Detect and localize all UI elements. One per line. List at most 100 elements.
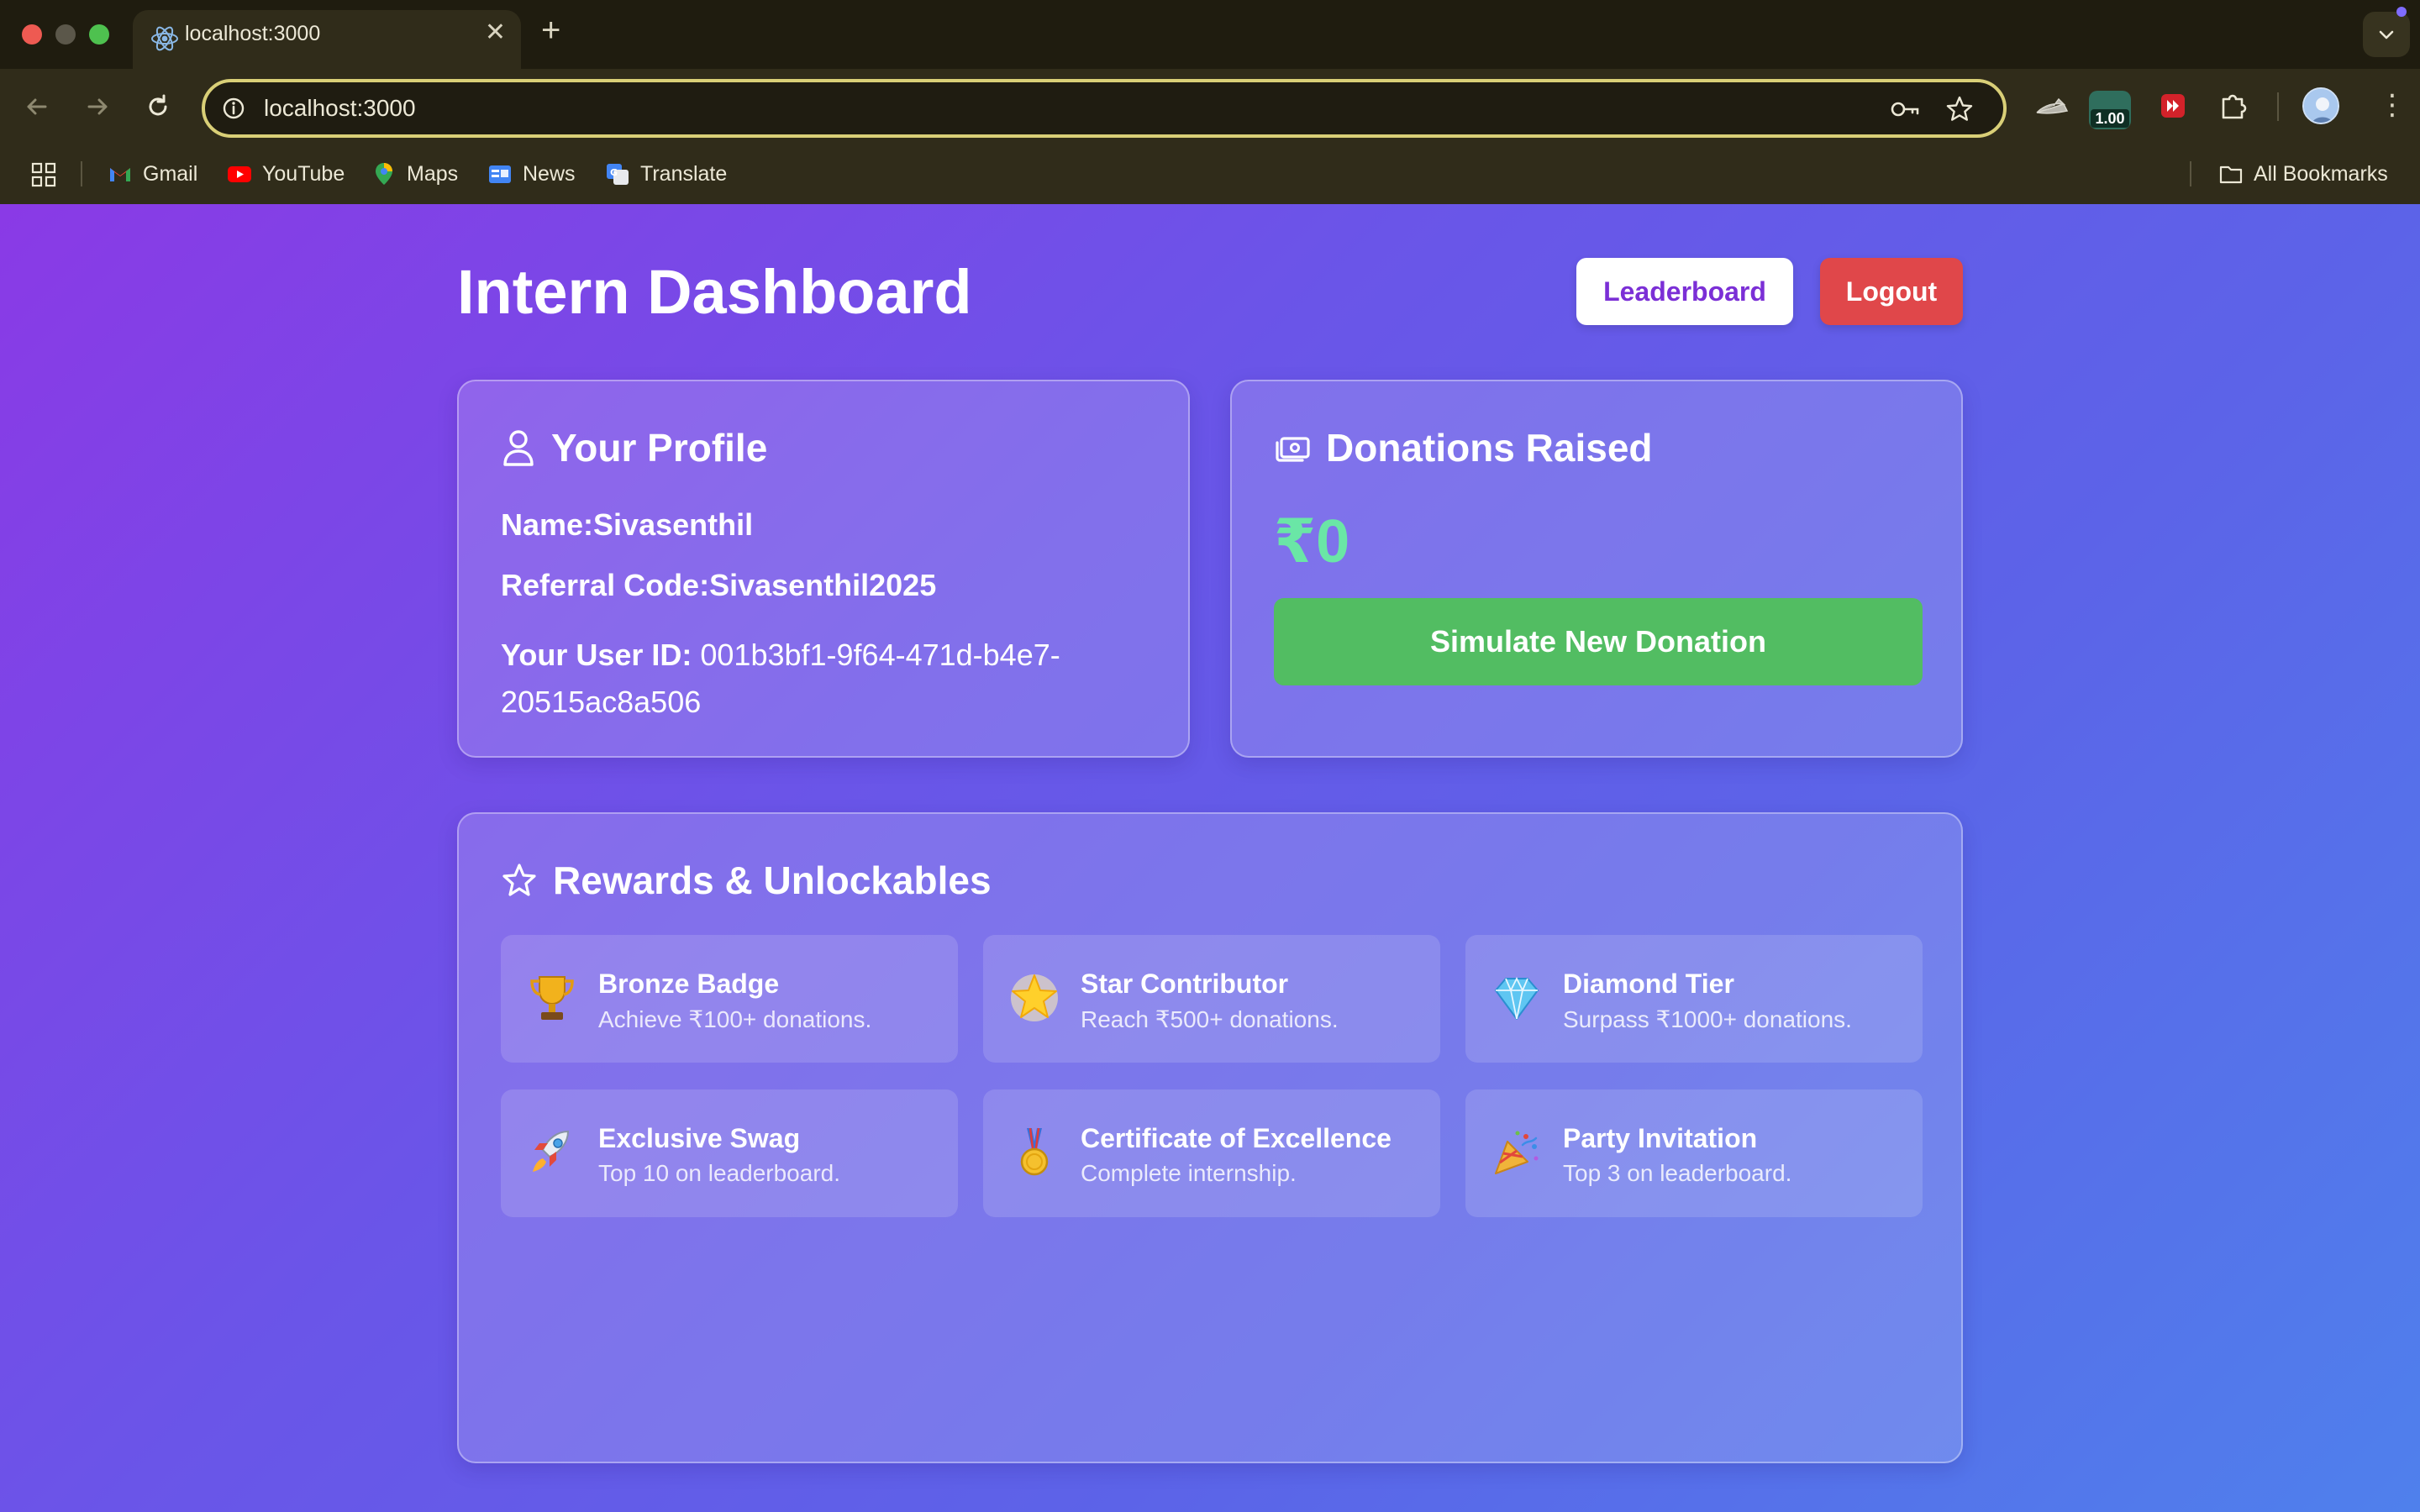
chevron-down-icon [2379, 30, 2394, 39]
all-bookmarks-label: All Bookmarks [2254, 161, 2388, 186]
tab-search-button[interactable] [2363, 12, 2410, 57]
close-window-button[interactable] [22, 24, 42, 45]
donations-heading: Donations Raised [1274, 425, 1653, 470]
folder-icon [2219, 165, 2243, 184]
referral-value: Sivasenthil2025 [709, 568, 937, 602]
back-arrow-icon[interactable] [20, 90, 54, 123]
profile-name: Name:Sivasenthil [501, 507, 753, 543]
star-icon [502, 864, 536, 896]
tab-close-icon[interactable]: ✕ [485, 20, 506, 45]
maps-icon [376, 163, 392, 185]
counter-extension-badge: 1.00 [2091, 109, 2129, 128]
bookmark-label: Gmail [143, 161, 198, 186]
puzzle-extensions-icon[interactable] [2215, 87, 2252, 124]
profile-heading: Your Profile [501, 425, 767, 470]
avatar-image-icon [2304, 89, 2338, 123]
toolbar-divider [2277, 92, 2279, 121]
reward-item: Diamond Tier Surpass ₹1000+ donations. [1465, 935, 1923, 1063]
tab-title: localhost:3000 [185, 22, 321, 45]
gem-icon [1495, 976, 1539, 1020]
bookmark-label: News [523, 161, 576, 186]
new-tab-button[interactable]: + [541, 13, 560, 47]
address-bar[interactable]: localhost:3000 [202, 79, 2007, 138]
react-icon [151, 26, 178, 51]
donations-card: Donations Raised ₹0 Simulate New Donatio… [1230, 380, 1963, 758]
gmail-icon [110, 168, 130, 181]
bookmark-gmail[interactable]: Gmail [108, 156, 197, 192]
youtube-icon [228, 166, 251, 182]
name-label: Name: [501, 507, 594, 542]
bookmark-star-icon[interactable] [1944, 94, 1975, 124]
maximize-window-button[interactable] [89, 24, 109, 45]
bookmark-youtube[interactable]: YouTube [227, 156, 345, 192]
userid-label: Your User ID: [501, 638, 692, 672]
reward-desc: Complete internship. [1081, 1160, 1297, 1186]
news-icon [489, 165, 511, 183]
bookmark-maps[interactable]: Maps [371, 156, 458, 192]
browser-chrome: localhost:3000 ✕ + localhost:3000 1.00 ⋮… [0, 0, 2420, 204]
rocket-icon [533, 1130, 570, 1172]
bookmark-label: Translate [640, 161, 728, 186]
bookmarks-bar: Gmail YouTube Maps News G Translate All … [0, 156, 2420, 192]
reward-desc: Surpass ₹1000+ donations. [1563, 1006, 1852, 1032]
trophy-icon [530, 976, 574, 1020]
all-bookmarks-button[interactable]: All Bookmarks [2218, 156, 2388, 192]
minimize-window-button[interactable] [55, 24, 76, 45]
reward-item: Bronze Badge Achieve ₹100+ donations. [501, 935, 958, 1063]
rewards-card: Rewards & Unlockables Bronze Badge Achie… [457, 812, 1963, 1463]
reward-title: Party Invitation [1563, 1123, 1758, 1153]
notification-dot [2396, 7, 2407, 17]
reward-title: Exclusive Swag [598, 1123, 801, 1153]
profile-heading-text: Your Profile [551, 426, 768, 470]
rewards-heading-text: Rewards & Unlockables [553, 858, 992, 902]
profile-referral: Referral Code:Sivasenthil2025 [501, 568, 936, 603]
profile-card: Your Profile Name:Sivasenthil Referral C… [457, 380, 1190, 758]
site-info-icon[interactable] [220, 95, 247, 122]
medal-icon [1020, 1127, 1049, 1176]
bookmark-label: Maps [407, 161, 459, 186]
glowing-star-icon [1011, 974, 1058, 1021]
profile-avatar[interactable] [2302, 87, 2339, 124]
donations-heading-text: Donations Raised [1326, 426, 1653, 470]
reward-title: Diamond Tier [1563, 969, 1734, 999]
rewards-heading: Rewards & Unlockables [501, 858, 992, 903]
bookmarks-divider [81, 161, 82, 186]
reward-desc: Top 10 on leaderboard. [598, 1160, 840, 1186]
dashboard-page: Intern Dashboard Leaderboard Logout Your… [0, 204, 2420, 1512]
translate-icon: G [607, 164, 629, 185]
bookmark-label: YouTube [262, 161, 345, 186]
password-key-icon[interactable] [1889, 96, 1923, 123]
bookmarks-divider [2190, 161, 2191, 186]
bookmark-translate[interactable]: G Translate [605, 156, 727, 192]
reward-item: Party Invitation Top 3 on leaderboard. [1465, 1089, 1923, 1217]
apps-grid-icon[interactable] [30, 161, 57, 188]
forward-arrow-icon[interactable] [81, 90, 114, 123]
logout-button[interactable]: Logout [1820, 258, 1963, 325]
reward-item: Exclusive Swag Top 10 on leaderboard. [501, 1089, 958, 1217]
reward-desc: Top 3 on leaderboard. [1563, 1160, 1792, 1186]
page-title: Intern Dashboard [457, 257, 972, 327]
referral-label: Referral Code: [501, 568, 710, 602]
profile-user-id: Your User ID: 001b3bf1-9f64-471d-b4e7-20… [501, 632, 1156, 726]
reward-title: Star Contributor [1081, 969, 1289, 999]
shark-extension-icon[interactable] [2033, 87, 2070, 124]
bookmark-news[interactable]: News [487, 156, 576, 192]
svg-text:G: G [610, 167, 618, 178]
party-popper-icon [1495, 1131, 1539, 1174]
reward-title: Bronze Badge [598, 969, 780, 999]
leaderboard-button[interactable]: Leaderboard [1576, 258, 1793, 325]
tab-strip: localhost:3000 ✕ + [0, 0, 2420, 69]
reward-title: Certificate of Excellence [1081, 1123, 1392, 1153]
reward-desc: Reach ₹500+ donations. [1081, 1006, 1339, 1032]
simulate-donation-button[interactable]: Simulate New Donation [1274, 598, 1923, 685]
url-text[interactable]: localhost:3000 [264, 95, 416, 122]
name-value: Sivasenthil [593, 507, 754, 542]
reward-item: Certificate of Excellence Complete inter… [983, 1089, 1440, 1217]
browser-menu-icon[interactable]: ⋮ [2378, 91, 2407, 119]
reload-icon[interactable] [141, 90, 175, 123]
media-extension-icon[interactable] [2154, 87, 2191, 124]
donation-amount: ₹0 [1274, 508, 1350, 575]
browser-tab[interactable]: localhost:3000 ✕ [133, 10, 521, 69]
reward-desc: Achieve ₹100+ donations. [598, 1006, 872, 1032]
reward-item: Star Contributor Reach ₹500+ donations. [983, 935, 1440, 1063]
